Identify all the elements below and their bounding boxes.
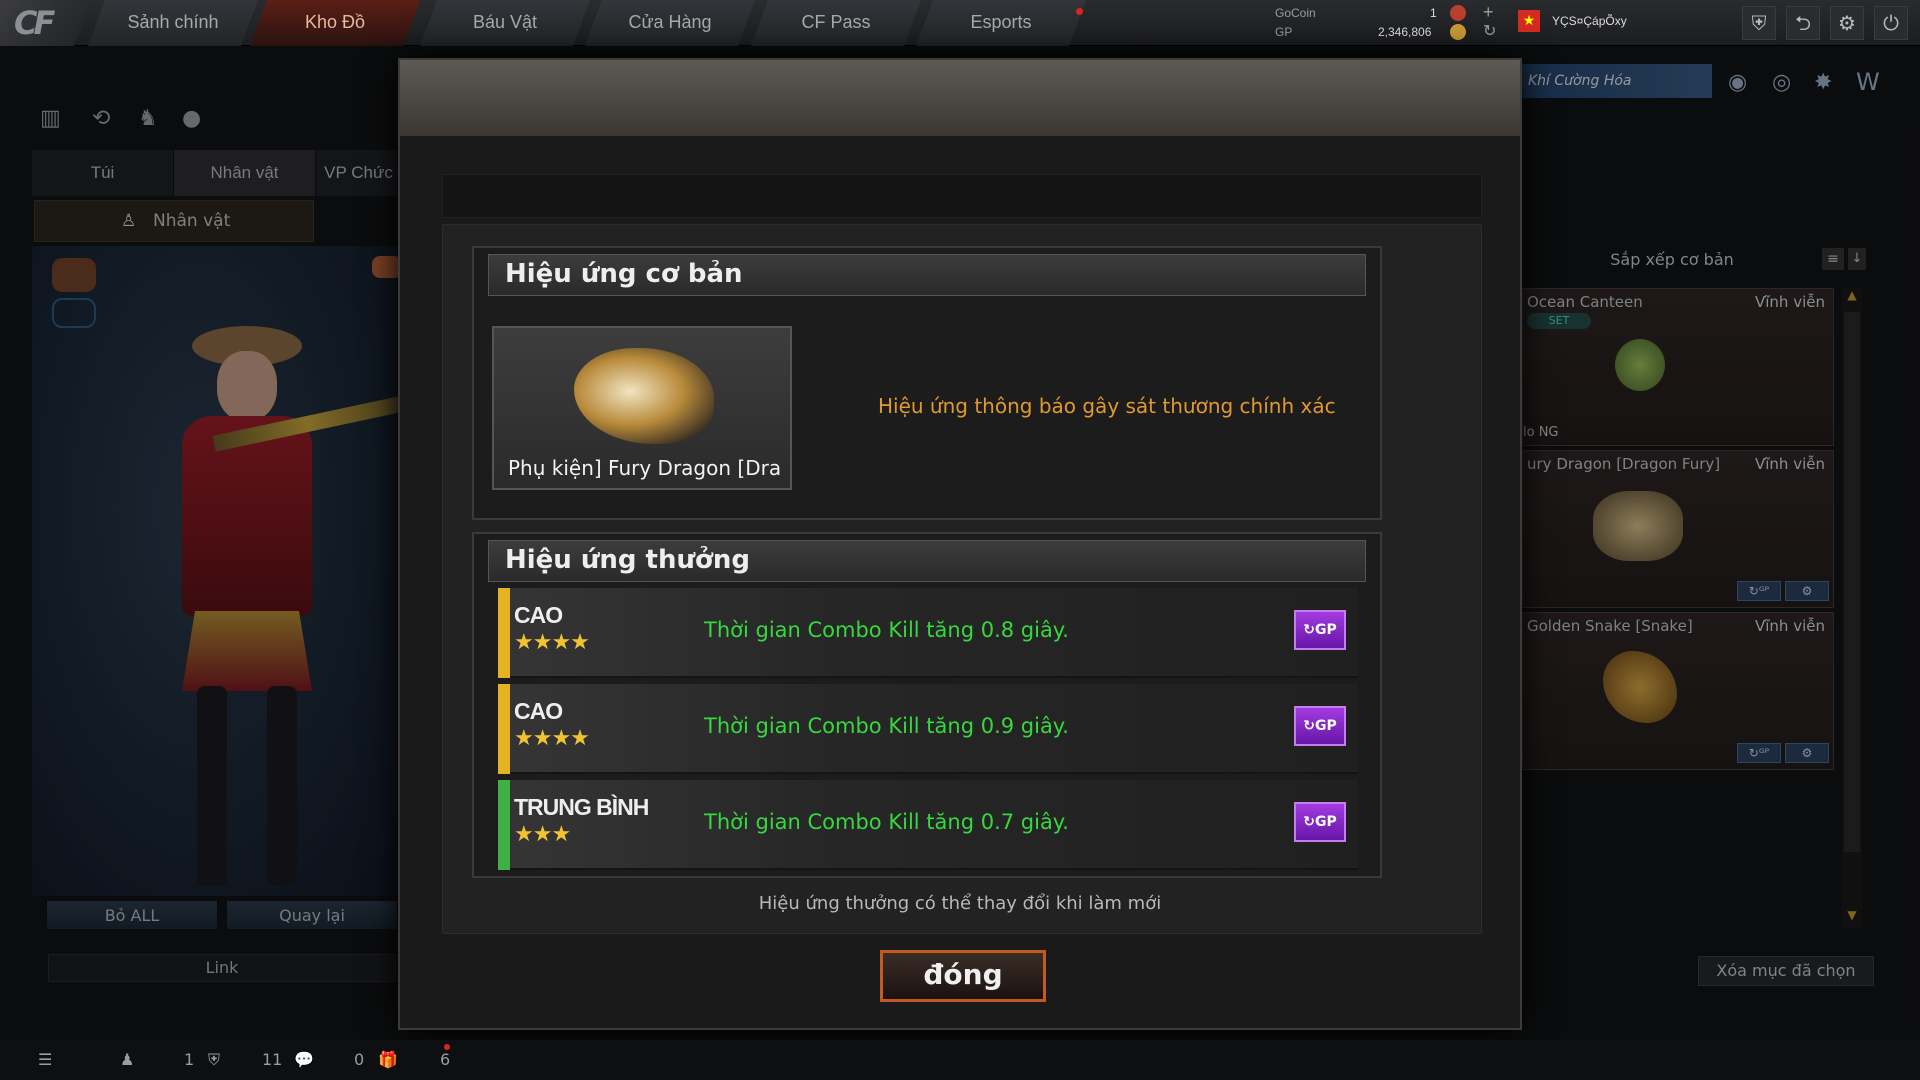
bonus-effect-title: Hiệu ứng thưởng	[488, 540, 1366, 582]
friends-icon[interactable]: ♟	[120, 1050, 134, 1069]
bonus-effect-text: Thời gian Combo Kill tăng 0.7 giây.	[704, 810, 1069, 834]
gp-coin-icon	[1450, 24, 1466, 40]
item-preview: Phụ kiện] Fury Dragon [Dra	[492, 326, 792, 490]
notification-dot	[1076, 8, 1083, 15]
basic-effect-section: Hiệu ứng cơ bản Phụ kiện] Fury Dragon [D…	[472, 246, 1382, 520]
grade-stars: ★★★★	[514, 726, 590, 751]
nav-tab-esports[interactable]: Esports	[916, 0, 1086, 46]
nav-tab-cf-pass[interactable]: CF Pass	[751, 0, 921, 46]
gocoin-label: GoCoin	[1275, 6, 1316, 20]
flag-icon: ★	[1518, 10, 1540, 32]
shield-icon[interactable]: ⛨	[1742, 6, 1776, 40]
nav-tab-lobby[interactable]: Sảnh chính	[88, 0, 258, 46]
bonus-effect-row: CAO ★★★★ Thời gian Combo Kill tăng 0.9 g…	[498, 684, 1358, 774]
username: YÇS¤ÇápÕxy	[1552, 14, 1627, 28]
chat-icon[interactable]: 💬	[294, 1050, 314, 1069]
bottom-bar: ☰ ♟ 1 ⛨ 11 💬 0 🎁 6	[0, 1040, 1920, 1080]
reroll-gp-button[interactable]: ↻GP	[1294, 706, 1346, 746]
gift-count: 0	[354, 1050, 365, 1069]
bonus-effect-text: Thời gian Combo Kill tăng 0.8 giây.	[704, 618, 1069, 642]
gocoin-icon	[1450, 5, 1466, 21]
add-currency-icon[interactable]: +	[1483, 2, 1494, 23]
reroll-gp-button[interactable]: ↻GP	[1294, 802, 1346, 842]
grade-label: CAO	[514, 698, 563, 724]
refresh-icon[interactable]: ⮌	[1786, 6, 1820, 40]
refresh-icon: ↻	[1303, 622, 1315, 638]
game-logo[interactable]: CF	[0, 0, 92, 46]
grade-stars: ★★★★	[514, 630, 590, 655]
bonus-effect-row: TRUNG BÌNH ★★★ Thời gian Combo Kill tăng…	[498, 780, 1358, 870]
dialog-header[interactable]	[400, 60, 1520, 136]
power-icon[interactable]: ⏻	[1874, 6, 1908, 40]
grade-stars: ★★★	[514, 822, 571, 847]
gocoin-value: 1	[1430, 6, 1437, 20]
dialog-header-band	[442, 174, 1482, 218]
clan-icon[interactable]: ⛨	[208, 1050, 220, 1070]
clan-count: 1	[184, 1050, 195, 1069]
gp-value: 2,346,806	[1378, 25, 1432, 39]
grade-label: CAO	[514, 602, 563, 628]
gp-label: GP	[1275, 25, 1293, 39]
bonus-effect-section: Hiệu ứng thưởng CAO ★★★★ Thời gian Combo…	[472, 532, 1382, 878]
gift-icon[interactable]: 🎁	[378, 1050, 398, 1069]
gear-icon[interactable]: ⚙	[1830, 6, 1864, 40]
refresh-icon: ↻	[1303, 814, 1315, 830]
item-name: Phụ kiện] Fury Dragon [Dra	[508, 456, 782, 480]
effect-dialog: Hiệu ứng cơ bản Phụ kiện] Fury Dragon [D…	[398, 58, 1522, 1030]
refresh-icon: ↻	[1303, 718, 1315, 734]
grade-bar	[498, 780, 510, 870]
grade-bar	[498, 588, 510, 678]
base-effect-text: Hiệu ứng thông báo gây sát thương chính …	[878, 394, 1336, 418]
top-bar: CF Sảnh chính Kho Đồ Báu Vật Cửa Hàng CF…	[0, 0, 1920, 46]
menu-icon[interactable]: ☰	[38, 1050, 52, 1069]
close-button[interactable]: đóng	[880, 950, 1046, 1002]
basic-effect-title: Hiệu ứng cơ bản	[488, 254, 1366, 296]
refresh-note: Hiệu ứng thưởng có thể thay đổi khi làm …	[758, 893, 1162, 914]
reroll-gp-button[interactable]: ↻GP	[1294, 610, 1346, 650]
bonus-effect-text: Thời gian Combo Kill tăng 0.9 giây.	[704, 714, 1069, 738]
nav-tab-inventory[interactable]: Kho Đồ	[250, 0, 420, 46]
notification-count: 6	[440, 1050, 451, 1069]
nav-tab-shop[interactable]: Cửa Hàng	[585, 0, 755, 46]
refresh-currency-icon[interactable]: ↻	[1483, 21, 1496, 41]
nav-tab-treasure[interactable]: Báu Vật	[420, 0, 590, 46]
fury-dragon-image	[574, 348, 714, 444]
bonus-effect-row: CAO ★★★★ Thời gian Combo Kill tăng 0.8 g…	[498, 588, 1358, 678]
message-count: 11	[262, 1050, 283, 1069]
grade-label: TRUNG BÌNH	[514, 794, 649, 820]
grade-bar	[498, 684, 510, 774]
